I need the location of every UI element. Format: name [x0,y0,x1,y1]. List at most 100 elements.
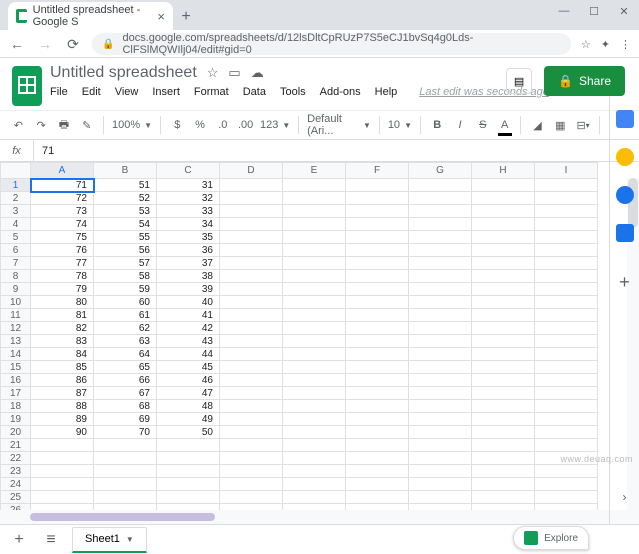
row-header-19[interactable]: 19 [1,413,31,426]
currency-button[interactable]: $ [169,115,186,135]
cell-D25[interactable] [220,491,283,504]
cell-G24[interactable] [409,478,472,491]
cell-D9[interactable] [220,283,283,296]
cell-H1[interactable] [472,179,535,192]
row-header-1[interactable]: 1 [1,179,31,192]
cloud-status-icon[interactable]: ☁ [251,65,264,81]
row-header-10[interactable]: 10 [1,296,31,309]
cell-B17[interactable]: 67 [94,387,157,400]
cell-D8[interactable] [220,270,283,283]
star-document-icon[interactable]: ☆ [207,65,219,81]
cell-B15[interactable]: 65 [94,361,157,374]
strikethrough-button[interactable]: S [474,115,491,135]
cell-A7[interactable]: 77 [31,257,94,270]
row-header-6[interactable]: 6 [1,244,31,257]
cell-F6[interactable] [346,244,409,257]
menu-add-ons[interactable]: Add-ons [320,86,361,98]
cell-H5[interactable] [472,231,535,244]
cell-E15[interactable] [283,361,346,374]
cell-H2[interactable] [472,192,535,205]
all-sheets-button[interactable]: ≡ [40,529,62,551]
font-select[interactable]: Default (Ari...▼ [307,113,371,137]
menu-data[interactable]: Data [243,86,266,98]
undo-button[interactable]: ↶ [10,115,27,135]
cell-F3[interactable] [346,205,409,218]
fontsize-select[interactable]: 10▼ [388,119,412,131]
cell-C9[interactable]: 39 [157,283,220,296]
cell-I18[interactable] [535,400,598,413]
cell-F2[interactable] [346,192,409,205]
cell-A12[interactable]: 82 [31,322,94,335]
cell-D6[interactable] [220,244,283,257]
col-header-F[interactable]: F [346,163,409,179]
cell-G8[interactable] [409,270,472,283]
cell-E3[interactable] [283,205,346,218]
col-header-E[interactable]: E [283,163,346,179]
cell-H25[interactable] [472,491,535,504]
cell-G10[interactable] [409,296,472,309]
cell-B4[interactable]: 54 [94,218,157,231]
cell-E9[interactable] [283,283,346,296]
bold-button[interactable]: B [429,115,446,135]
hide-side-panel-button[interactable]: › [623,490,627,504]
cell-C17[interactable]: 47 [157,387,220,400]
formula-input[interactable]: 71 [34,145,54,157]
cell-B11[interactable]: 61 [94,309,157,322]
cell-C20[interactable]: 50 [157,426,220,439]
cell-E22[interactable] [283,452,346,465]
row-header-4[interactable]: 4 [1,218,31,231]
cell-D21[interactable] [220,439,283,452]
add-sheet-button[interactable]: + [8,529,30,551]
share-button[interactable]: 🔒 Share [544,66,625,96]
cell-C22[interactable] [157,452,220,465]
cell-D10[interactable] [220,296,283,309]
cell-A14[interactable]: 84 [31,348,94,361]
cell-E5[interactable] [283,231,346,244]
col-header-C[interactable]: C [157,163,220,179]
cell-H12[interactable] [472,322,535,335]
cell-E12[interactable] [283,322,346,335]
cell-F24[interactable] [346,478,409,491]
cell-C1[interactable]: 31 [157,179,220,192]
row-header-12[interactable]: 12 [1,322,31,335]
zoom-select[interactable]: 100%▼ [112,119,152,131]
percent-button[interactable]: % [192,115,209,135]
cell-G3[interactable] [409,205,472,218]
cell-A13[interactable]: 83 [31,335,94,348]
cell-I4[interactable] [535,218,598,231]
cell-D5[interactable] [220,231,283,244]
cell-G1[interactable] [409,179,472,192]
cell-D22[interactable] [220,452,283,465]
cell-E10[interactable] [283,296,346,309]
row-header-9[interactable]: 9 [1,283,31,296]
contacts-icon[interactable] [616,224,634,242]
cell-I25[interactable] [535,491,598,504]
cell-F4[interactable] [346,218,409,231]
cell-G4[interactable] [409,218,472,231]
cell-E13[interactable] [283,335,346,348]
cell-E17[interactable] [283,387,346,400]
cell-E20[interactable] [283,426,346,439]
cell-A18[interactable]: 88 [31,400,94,413]
cell-C11[interactable]: 41 [157,309,220,322]
cell-B10[interactable]: 60 [94,296,157,309]
cell-B23[interactable] [94,465,157,478]
cell-I2[interactable] [535,192,598,205]
cell-E18[interactable] [283,400,346,413]
cell-G9[interactable] [409,283,472,296]
paint-format-button[interactable]: ✎ [78,115,95,135]
row-header-22[interactable]: 22 [1,452,31,465]
cell-F7[interactable] [346,257,409,270]
row-header-24[interactable]: 24 [1,478,31,491]
cell-F20[interactable] [346,426,409,439]
cell-G6[interactable] [409,244,472,257]
browser-tab[interactable]: Untitled spreadsheet - Google S × [8,2,173,30]
col-header-H[interactable]: H [472,163,535,179]
cell-E21[interactable] [283,439,346,452]
row-header-20[interactable]: 20 [1,426,31,439]
cell-F19[interactable] [346,413,409,426]
cell-D15[interactable] [220,361,283,374]
cell-E24[interactable] [283,478,346,491]
close-tab-icon[interactable]: × [157,9,165,24]
tasks-icon[interactable] [616,186,634,204]
